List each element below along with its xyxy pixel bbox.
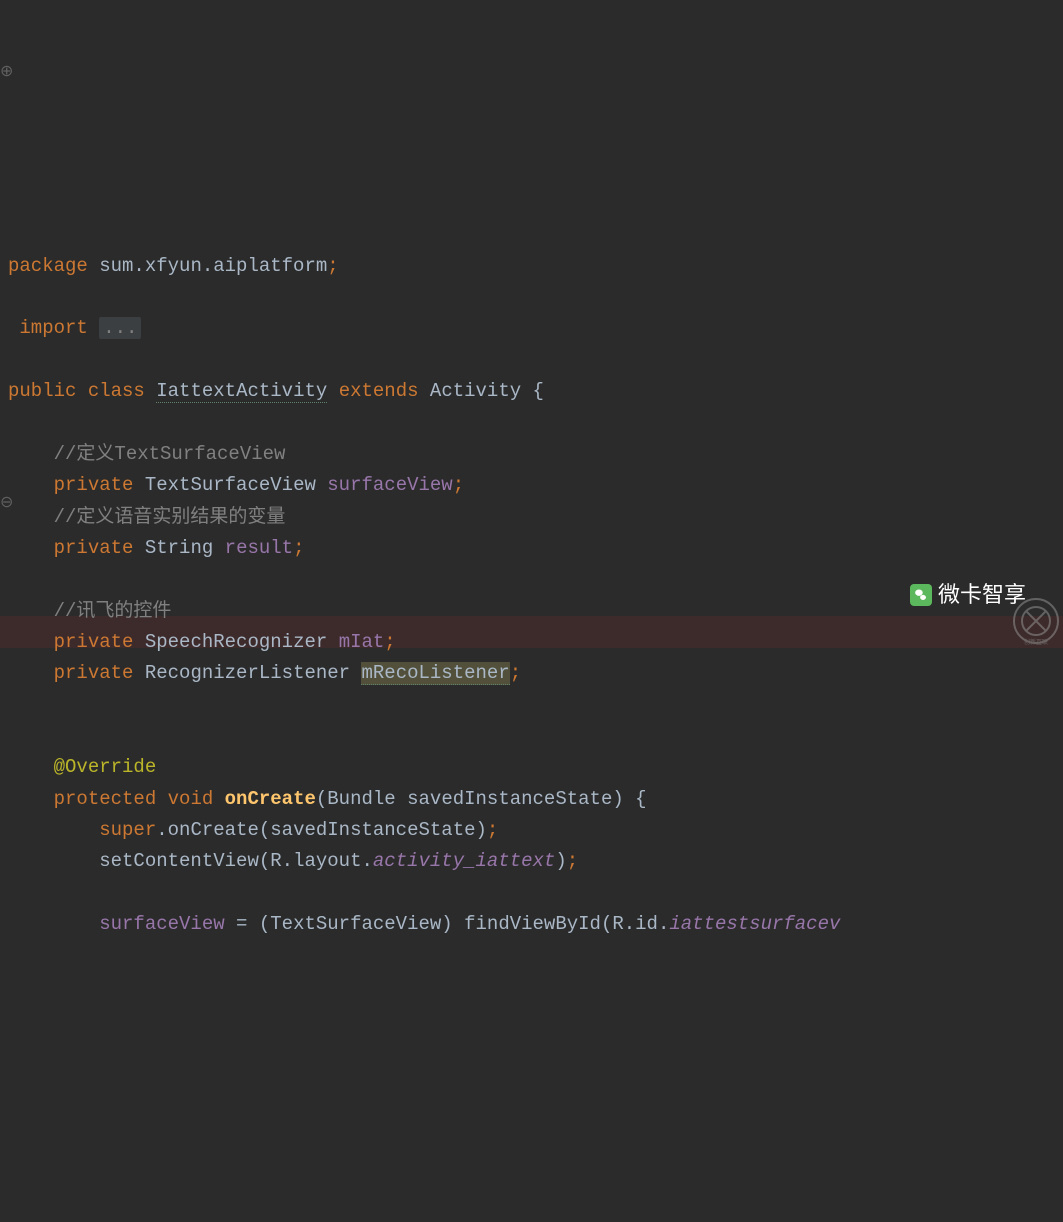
semicolon: ;: [327, 255, 338, 277]
comment: //讯飞的控件: [54, 600, 172, 622]
method-declaration: onCreate: [225, 788, 316, 810]
argument: savedInstanceState: [270, 819, 475, 841]
class-declaration: IattextActivity: [156, 380, 327, 403]
keyword-private: private: [54, 631, 134, 653]
layout-id: activity_iattext: [373, 850, 555, 872]
semicolon: ;: [453, 474, 464, 496]
keyword-class: class: [88, 380, 145, 402]
method-call: findViewById: [464, 913, 601, 935]
param-type: Bundle: [327, 788, 395, 810]
keyword-import: import: [19, 317, 87, 339]
collapsed-imports[interactable]: ...: [99, 317, 141, 339]
method-call: setContentView: [99, 850, 259, 872]
brace-open: {: [533, 380, 544, 402]
keyword-super: super: [99, 819, 156, 841]
watermark-brand-logo: 创新互联: [1008, 593, 1063, 648]
field-name: surfaceView: [327, 474, 452, 496]
r-reference: R.id.: [612, 913, 669, 935]
semicolon: ;: [510, 662, 521, 684]
annotation: @Override: [54, 756, 157, 778]
field-reference: surfaceView: [99, 913, 224, 935]
wechat-icon: [910, 584, 932, 606]
svg-text:创新互联: 创新互联: [1023, 638, 1047, 646]
semicolon: ;: [293, 537, 304, 559]
field-name: result: [225, 537, 293, 559]
keyword-void: void: [168, 788, 214, 810]
keyword-extends: extends: [339, 380, 419, 402]
type-name: SpeechRecognizer: [145, 631, 327, 653]
comment: //定义TextSurfaceView: [54, 443, 286, 465]
package-name: sum.xfyun.aiplatform: [88, 255, 327, 277]
superclass-name: Activity: [430, 380, 521, 402]
fold-icon[interactable]: ⊕: [0, 59, 13, 85]
field-name: mIat: [339, 631, 385, 653]
param-name: savedInstanceState: [407, 788, 612, 810]
fold-icon[interactable]: ⊖: [0, 490, 13, 516]
keyword-package: package: [8, 255, 88, 277]
keyword-public: public: [8, 380, 76, 402]
cast-type: TextSurfaceView: [270, 913, 441, 935]
type-name: String: [145, 537, 213, 559]
method-call: onCreate: [168, 819, 259, 841]
r-reference: R.layout.: [270, 850, 373, 872]
type-name: TextSurfaceView: [145, 474, 316, 496]
type-name: RecognizerListener: [145, 662, 350, 684]
keyword-private: private: [54, 662, 134, 684]
comment: //定义语音实别结果的变量: [54, 506, 286, 528]
keyword-private: private: [54, 537, 134, 559]
code-editor[interactable]: package sum.xfyun.aiplatform; import ...…: [0, 251, 1063, 941]
highlighted-field: mRecoListener: [361, 662, 509, 685]
resource-id: iattestsurfacev: [669, 913, 840, 935]
semicolon: ;: [384, 631, 395, 653]
keyword-protected: protected: [54, 788, 157, 810]
keyword-private: private: [54, 474, 134, 496]
